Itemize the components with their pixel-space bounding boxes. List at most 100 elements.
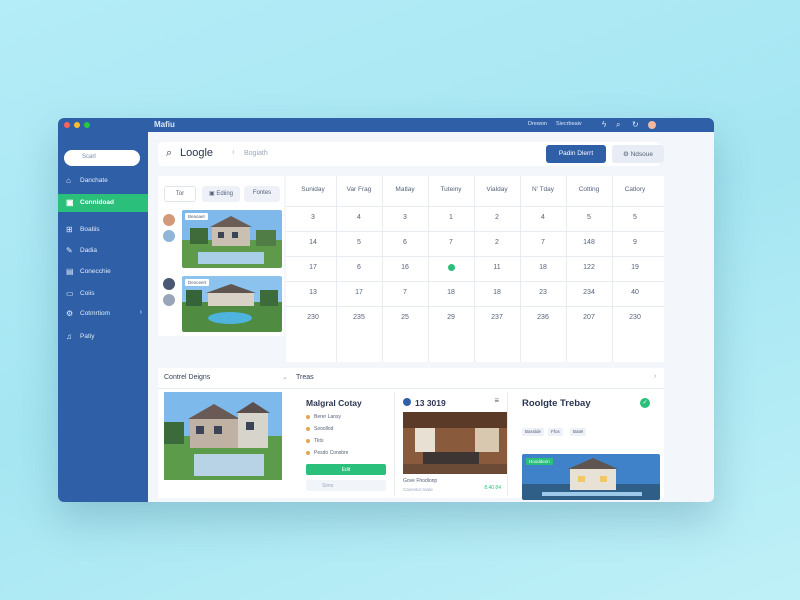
listing-item[interactable]: Beaoaet <box>158 210 284 268</box>
tab-fontes[interactable]: Fontes <box>244 186 280 202</box>
calendar-day[interactable]: 18 <box>474 281 520 305</box>
sidebar-item-cotmrtiom[interactable]: ⚙ Cotmrtiom › <box>58 305 148 323</box>
sidebar-item-boatiis[interactable]: ⊞ Boatiis <box>58 221 148 239</box>
top-search-bar: ⌕ Loogle › Bogiath Padin Dlerrt ⚙ Ndsoue <box>158 142 664 166</box>
titlebar-link-1[interactable]: Drewon <box>528 121 547 127</box>
tab-ediing[interactable]: ▣ Ediing <box>202 186 240 202</box>
calendar-day[interactable]: 234 <box>566 281 612 305</box>
note-input[interactable]: Simo <box>306 480 386 491</box>
calendar-day[interactable]: 2 <box>474 206 520 230</box>
calendar-day[interactable]: 17 <box>290 256 336 280</box>
calendar-day[interactable]: 207 <box>566 306 612 330</box>
secondary-action-button[interactable]: ⚙ Ndsoue <box>612 145 664 163</box>
calendar-day[interactable]: 3 <box>290 206 336 230</box>
calendar-day[interactable]: 148 <box>566 231 612 255</box>
maximize-window-button[interactable] <box>84 122 90 128</box>
primary-action-button[interactable]: Padin Dlerrt <box>546 145 606 163</box>
calendar-day[interactable]: 11 <box>474 256 520 280</box>
calendar-day[interactable]: 18 <box>428 281 474 305</box>
design-card[interactable] <box>164 392 284 496</box>
tag[interactable]: Batel <box>570 428 587 436</box>
checklist-item[interactable]: Berer Lansy <box>306 414 341 420</box>
dashboard-icon: ▣ <box>66 198 74 207</box>
avatar <box>163 294 175 306</box>
event-dot-icon <box>447 264 455 271</box>
calendar-day[interactable]: 25 <box>382 306 428 330</box>
calendar-day[interactable]: 18 <box>520 256 566 280</box>
calendar-day[interactable]: 7 <box>382 281 428 305</box>
edit-button[interactable]: Edit <box>306 464 386 475</box>
search-input[interactable]: Loogle <box>180 147 213 159</box>
calendar-day[interactable]: 4 <box>336 206 382 230</box>
checklist-item[interactable]: Tkts <box>306 438 323 444</box>
house-photo[interactable]: Beaoaet <box>182 210 282 268</box>
calendar-day[interactable]: 7 <box>428 231 474 255</box>
calendar-day[interactable]: 14 <box>290 231 336 255</box>
calendar-day[interactable]: 237 <box>474 306 520 330</box>
sidebar-item-danchate[interactable]: ⌂ Danchate <box>58 172 148 190</box>
close-window-button[interactable] <box>64 122 70 128</box>
calendar-day[interactable]: 5 <box>336 231 382 255</box>
house-photo[interactable]: Hooddeon <box>522 454 660 500</box>
sidebar-item-coiis[interactable]: ▭ Coiis <box>58 285 148 303</box>
calendar-day[interactable]: 7 <box>520 231 566 255</box>
menu-icon[interactable]: ≡ <box>494 396 499 405</box>
calendar-day[interactable]: 230 <box>290 306 336 330</box>
calendar-day[interactable]: 13 <box>290 281 336 305</box>
bottom-panel: Contrel Deigns ⌄ Treas › Malgral Cotay B… <box>158 368 664 500</box>
sidebar-search-input[interactable]: Scarl <box>64 150 140 166</box>
sidebar-item-conecchie[interactable]: ▤ Conecchie <box>58 263 148 281</box>
search-icon[interactable]: ⌕ <box>616 120 620 130</box>
sidebar-item-dadia[interactable]: ✎ Dadia <box>58 242 148 260</box>
tag[interactable]: Basslde <box>522 428 545 436</box>
chevron-right-icon[interactable]: › <box>654 373 656 380</box>
calendar-day[interactable]: 6 <box>382 231 428 255</box>
checklist-item[interactable]: Pesdo Consbre <box>306 450 348 456</box>
lightning-icon[interactable]: ϟ <box>602 120 606 130</box>
card-stat: 8.40 84 <box>484 485 501 491</box>
breadcrumb-separator: › <box>232 149 235 156</box>
calendar-day[interactable] <box>428 256 474 280</box>
avatar[interactable] <box>648 121 656 129</box>
calendar-day[interactable]: 6 <box>336 256 382 280</box>
checklist-item[interactable]: Sooollod <box>306 426 333 432</box>
tab-tor[interactable]: Tor <box>164 186 196 202</box>
calendar-day[interactable]: 19 <box>612 256 658 280</box>
main-content: ⌕ Loogle › Bogiath Padin Dlerrt ⚙ Ndsoue… <box>148 132 714 502</box>
titlebar-link-2[interactable]: Siecrbeaiv <box>556 121 582 127</box>
calendar-day[interactable]: 2 <box>474 231 520 255</box>
sidebar-item-connidoad[interactable]: ▣ Connidoad <box>58 194 148 212</box>
calendar-day[interactable]: 4 <box>520 206 566 230</box>
search-icon[interactable]: ⌕ <box>166 147 172 160</box>
listing-badge: Deoceert <box>185 279 210 286</box>
tag[interactable]: Ffos <box>548 428 563 436</box>
calendar-day[interactable]: 17 <box>336 281 382 305</box>
interior-card[interactable]: 13 3019 ≡ Gove Fhodionp Casnetor tcwle 8… <box>394 392 508 496</box>
house-photo[interactable]: Deoceert <box>182 276 282 332</box>
calendar-day[interactable]: 16 <box>382 256 428 280</box>
section-title-designs: Contrel Deigns <box>164 374 211 381</box>
calendar-day[interactable]: 230 <box>612 306 658 330</box>
calendar-day[interactable]: 3 <box>382 206 428 230</box>
calendar-day[interactable]: 29 <box>428 306 474 330</box>
calendar-day[interactable]: 5 <box>566 206 612 230</box>
calendar-day[interactable]: 40 <box>612 281 658 305</box>
settings-icon: ⚙ <box>66 309 74 318</box>
settings-icon: ⚙ <box>622 151 631 158</box>
tab-label: Ediing <box>216 191 234 197</box>
home-icon: ⌂ <box>66 176 71 185</box>
calendar-day[interactable]: 23 <box>520 281 566 305</box>
chevron-down-icon[interactable]: ⌄ <box>282 373 288 381</box>
listing-item[interactable]: Deoceert <box>158 276 284 334</box>
calendar-day[interactable]: 1 <box>428 206 474 230</box>
check-icon[interactable]: ✓ <box>640 398 650 408</box>
calendar-day[interactable]: 5 <box>612 206 658 230</box>
calendar-day[interactable]: 9 <box>612 231 658 255</box>
minimize-window-button[interactable] <box>74 122 80 128</box>
calendar-day[interactable]: 122 <box>566 256 612 280</box>
refresh-icon[interactable]: ↻ <box>632 120 639 130</box>
calendar-day[interactable]: 236 <box>520 306 566 330</box>
calendar-day[interactable]: 235 <box>336 306 382 330</box>
sidebar-item-patiy[interactable]: ♫ Patiy <box>58 328 148 346</box>
secondary-action-label: Ndsoue <box>630 151 654 158</box>
